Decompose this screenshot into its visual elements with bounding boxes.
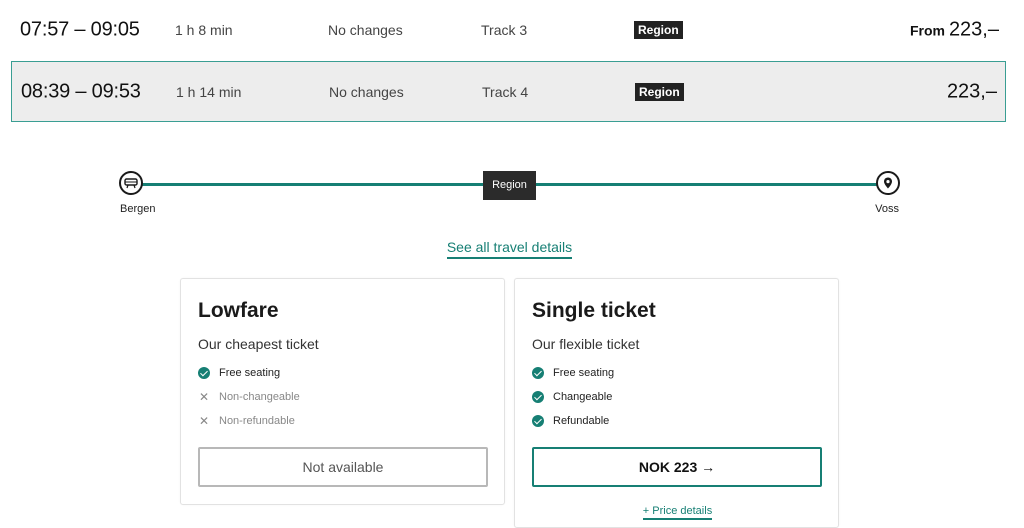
departure-time: 08:39 – 09:53 <box>21 80 141 102</box>
check-icon <box>532 367 544 379</box>
route-diagram: Region Bergen Voss <box>118 170 904 220</box>
train-type-badge: Region <box>634 21 683 39</box>
departure-changes: No changes <box>328 22 403 38</box>
train-icon <box>119 171 143 195</box>
ticket-card-single: Single ticket Our flexible ticket Free s… <box>514 278 839 528</box>
ticket-title: Single ticket <box>532 299 656 322</box>
train-type-badge: Region <box>635 82 684 101</box>
feature-label: Non-changeable <box>219 391 300 403</box>
price-details-container: + Price details <box>515 501 840 520</box>
not-available-button: Not available <box>198 447 488 487</box>
price-value: 223,– <box>946 80 997 102</box>
departure-duration: 1 h 14 min <box>176 83 242 100</box>
feature-item: Changeable <box>532 391 612 403</box>
ticket-subtitle: Our cheapest ticket <box>198 336 319 352</box>
ticket-subtitle: Our flexible ticket <box>532 336 640 352</box>
check-icon <box>198 367 210 379</box>
feature-item: Refundable <box>532 415 609 427</box>
check-icon <box>532 415 544 427</box>
price-value: 223,– <box>948 18 999 41</box>
feature-label: Free seating <box>553 367 615 379</box>
buy-ticket-button[interactable]: NOK 223 → <box>532 447 822 487</box>
departure-price: 223,– <box>947 80 997 103</box>
feature-item: ✕ Non-changeable <box>198 391 300 403</box>
price-details-link[interactable]: + Price details <box>642 505 713 520</box>
location-pin-icon <box>876 171 900 195</box>
departure-row[interactable]: 07:57 – 09:05 1 h 8 min No changes Track… <box>0 0 1024 60</box>
departure-track: Track 3 <box>481 22 528 38</box>
departure-track: Track 4 <box>482 83 529 100</box>
origin-station: Bergen <box>120 203 156 215</box>
departure-duration: 1 h 8 min <box>175 22 233 38</box>
feature-label: Refundable <box>553 415 610 427</box>
feature-label: Non-refundable <box>219 415 295 427</box>
ticket-card-lowfare: Lowfare Our cheapest ticket Free seating… <box>180 278 505 505</box>
feature-item: ✕ Non-refundable <box>198 415 295 427</box>
departure-time: 07:57 – 09:05 <box>20 18 140 41</box>
ticket-title: Lowfare <box>198 299 279 322</box>
feature-item: Free seating <box>198 367 280 379</box>
destination-station: Voss <box>875 203 899 215</box>
departure-changes: No changes <box>329 83 404 100</box>
x-icon: ✕ <box>198 390 210 404</box>
see-travel-details-link[interactable]: See all travel details <box>446 239 573 259</box>
feature-label: Free seating <box>219 367 281 379</box>
feature-item: Free seating <box>532 367 614 379</box>
x-icon: ✕ <box>198 414 210 428</box>
travel-details-container: See all travel details <box>0 239 1019 259</box>
feature-label: Changeable <box>553 391 613 403</box>
price-prefix: From <box>909 22 945 39</box>
route-train-badge: Region <box>483 171 536 200</box>
departure-row-selected[interactable]: 08:39 – 09:53 1 h 14 min No changes Trac… <box>11 61 1006 122</box>
check-icon <box>532 391 544 403</box>
departure-price: From 223,– <box>910 19 999 42</box>
